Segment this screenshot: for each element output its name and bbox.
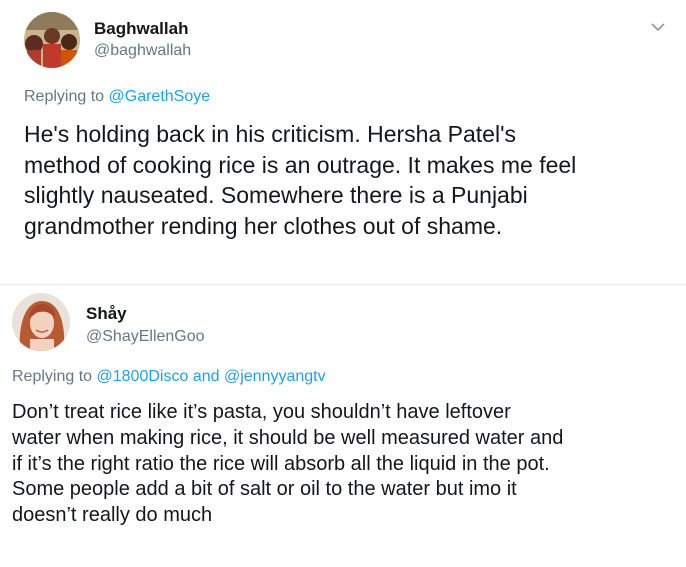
- tweet-text-line: water when making rice, it should be wel…: [12, 426, 564, 449]
- tweet-text-line: Some people add a bit of salt or oil to …: [12, 478, 517, 501]
- tweet-text-line: Don’t treat rice like it’s pasta, you sh…: [12, 401, 511, 423]
- tweet-text-line: method of cooking rice is an outrage. It…: [24, 151, 577, 178]
- replying-to-joiner: and: [192, 368, 220, 385]
- replying-to: Replying to @GarethSoye: [24, 88, 210, 106]
- user-handle[interactable]: @baghwallah: [94, 42, 191, 60]
- replying-to: Replying to @1800Disco and @jennyyangtv: [12, 368, 326, 386]
- tweet-text-line: doesn’t really do much: [12, 504, 213, 527]
- tweet-shay: Shåy @ShayEllenGoo Replying to @1800Disc…: [0, 285, 686, 567]
- mention-link[interactable]: @1800Disco: [97, 368, 189, 385]
- replying-to-label: Replying to: [12, 368, 93, 385]
- avatar[interactable]: [24, 12, 80, 68]
- user-handle[interactable]: @ShayEllenGoo: [86, 328, 205, 346]
- display-name[interactable]: Shåy: [86, 304, 127, 324]
- tweet-text: He's holding back in his criticism. Hers…: [24, 119, 674, 241]
- replying-to-label: Replying to: [24, 88, 105, 105]
- tweet-text: Don’t treat rice like it’s pasta, you sh…: [12, 400, 680, 529]
- mention-link[interactable]: @jennyyangtv: [224, 368, 326, 385]
- display-name[interactable]: Baghwallah: [94, 19, 188, 39]
- chevron-down-icon[interactable]: [650, 20, 666, 32]
- tweet-baghwallah: Baghwallah @baghwallah Replying to @Gare…: [0, 0, 686, 285]
- avatar-image: [12, 293, 70, 351]
- tweet-text-line: slightly nauseated. Somewhere there is a…: [24, 182, 528, 208]
- avatar-image: [24, 12, 80, 68]
- tweet-text-line: He's holding back in his criticism. Hers…: [24, 121, 516, 147]
- tweet-text-line: if it’s the right ratio the rice will ab…: [12, 452, 550, 475]
- mention-link[interactable]: @GarethSoye: [109, 88, 211, 105]
- avatar[interactable]: [12, 293, 70, 351]
- tweet-text-line: grandmother rending her clothes out of s…: [24, 212, 503, 239]
